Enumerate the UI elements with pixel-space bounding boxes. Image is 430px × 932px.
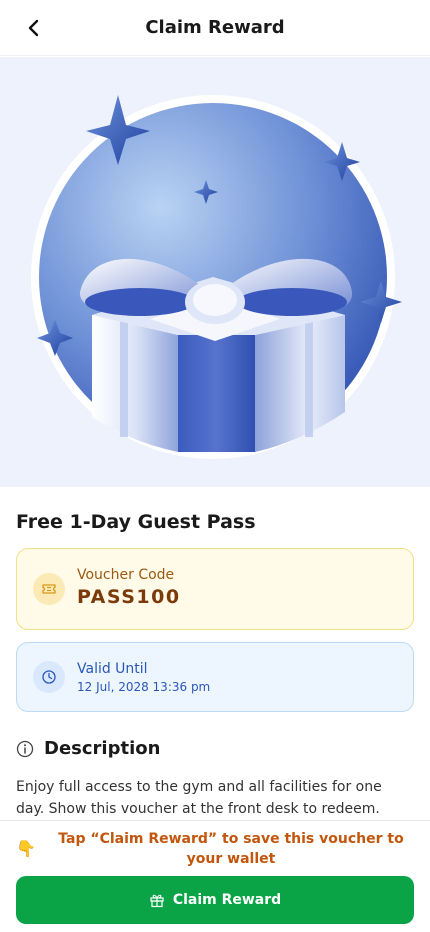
reward-title: Free 1-Day Guest Pass [16, 511, 256, 533]
footer-bar: 👇 Tap “Claim Reward” to save this vouche… [0, 820, 430, 932]
page-title: Claim Reward [145, 17, 285, 38]
clock-icon [33, 661, 65, 693]
info-icon [16, 740, 34, 757]
claim-reward-button[interactable]: Claim Reward [16, 876, 414, 924]
valid-until-label: Valid Until [77, 661, 148, 677]
gift-box-illustration [31, 95, 402, 459]
pointing-down-icon: 👇 [16, 839, 36, 858]
voucher-code-card[interactable]: Voucher Code PASS100 [16, 548, 414, 630]
voucher-code-label: Voucher Code [77, 567, 175, 583]
description-text: Enjoy full access to the gym and all fac… [16, 779, 382, 817]
description-title: Description [44, 738, 161, 759]
gift-icon [150, 894, 164, 908]
chevron-left-icon [28, 19, 39, 37]
voucher-code-value: PASS100 [77, 586, 181, 608]
back-button[interactable] [20, 14, 48, 42]
claim-reward-button-label: Claim Reward [172, 892, 282, 908]
ticket-icon [33, 573, 65, 605]
app-header: Claim Reward [0, 0, 430, 56]
reward-hero-image [0, 57, 430, 487]
valid-until-card: Valid Until 12 Jul, 2028 13:36 pm [16, 642, 414, 712]
valid-until-date: 12 Jul, 2028 13:36 pm [77, 680, 211, 694]
claim-hint: 👇 Tap “Claim Reward” to save this vouche… [16, 829, 414, 869]
description-heading: Description [16, 738, 160, 759]
claim-hint-text: Tap “Claim Reward” to save this voucher … [58, 831, 404, 867]
